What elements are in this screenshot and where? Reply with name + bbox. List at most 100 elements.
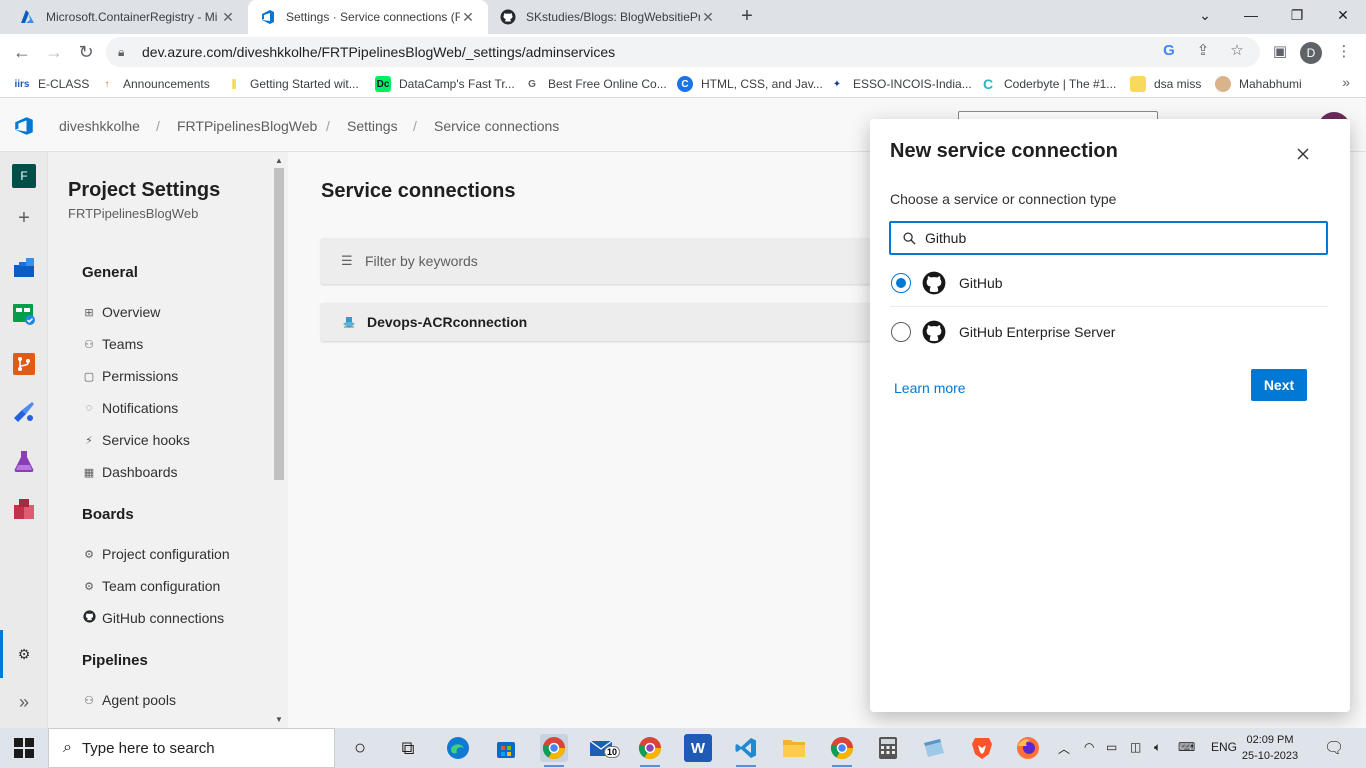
brave-icon[interactable] xyxy=(968,734,996,762)
bookmark-item[interactable]: C Coderbyte | The #1... xyxy=(980,75,1116,93)
add-icon[interactable]: + xyxy=(10,204,38,232)
sidebar-scrollbar[interactable]: ▲ ▼ xyxy=(272,156,286,726)
pipelines-nav-icon[interactable] xyxy=(10,398,38,426)
tab-search-icon[interactable]: ⌄ xyxy=(1182,0,1228,30)
restore-icon[interactable]: ❐ xyxy=(1274,0,1320,30)
sidebar-item-service-hooks[interactable]: ⚡︎ Service hooks xyxy=(82,430,190,450)
search-input[interactable] xyxy=(925,230,1305,246)
clock[interactable]: 02:09 PM 25-10-2023 xyxy=(1238,732,1302,764)
chrome-icon[interactable] xyxy=(540,734,568,767)
expand-nav-icon[interactable]: » xyxy=(10,688,38,716)
close-icon[interactable] xyxy=(1292,143,1314,165)
sidebar-item-agent-pools[interactable]: ⚇ Agent pools xyxy=(82,690,176,710)
sidebar-item-overview[interactable]: ⊞ Overview xyxy=(82,302,160,322)
reload-icon[interactable]: ↻ xyxy=(74,40,98,64)
bookmark-item[interactable]: iirs E-CLASS xyxy=(14,75,89,93)
language-indicator[interactable]: ENG xyxy=(1211,740,1237,754)
learn-more-link[interactable]: Learn more xyxy=(894,380,966,396)
cortana-icon[interactable]: ○ xyxy=(346,734,374,762)
word-icon[interactable]: W xyxy=(684,734,712,762)
breadcrumb-org[interactable]: diveshkkolhe xyxy=(59,118,140,134)
chrome-profile-icon[interactable] xyxy=(636,734,664,767)
new-tab-button[interactable]: + xyxy=(736,6,758,28)
meet-now-icon[interactable]: ◫ xyxy=(1130,740,1141,754)
bookmark-item[interactable]: Mahabhumi xyxy=(1215,75,1302,93)
profile-avatar[interactable]: D xyxy=(1300,42,1322,64)
project-icon[interactable]: F xyxy=(10,162,38,190)
connection-type-search[interactable] xyxy=(889,221,1328,255)
volume-icon[interactable]: 🔈︎ xyxy=(1154,740,1161,755)
browser-tab-settings[interactable]: Settings · Service connections (F ✕ xyxy=(248,0,488,34)
microsoft-store-icon[interactable] xyxy=(492,734,520,762)
chrome-icon-2[interactable] xyxy=(828,734,856,767)
more-bookmarks-icon[interactable]: » xyxy=(1342,74,1350,90)
azure-devops-logo-icon[interactable] xyxy=(14,116,34,136)
scrollbar-thumb[interactable] xyxy=(274,168,284,480)
option-github-enterprise-server[interactable]: GitHub Enterprise Server xyxy=(890,313,1328,351)
option-github[interactable]: GitHub xyxy=(890,264,1328,302)
radio-selected[interactable] xyxy=(891,273,911,293)
address-bar[interactable]: 🔒︎ dev.azure.com/diveshkkolhe/FRTPipelin… xyxy=(106,37,1260,67)
overview-nav-icon[interactable] xyxy=(10,253,38,281)
close-icon[interactable]: ✕ xyxy=(220,9,236,26)
repos-nav-icon[interactable] xyxy=(10,350,38,378)
firefox-icon[interactable] xyxy=(1014,734,1042,762)
close-icon[interactable]: ✕ xyxy=(700,9,716,26)
bookmark-item[interactable]: ✦ ESSO-INCOIS-India... xyxy=(829,75,972,93)
forward-icon[interactable]: → xyxy=(42,40,66,64)
vscode-icon[interactable] xyxy=(732,734,760,767)
taskbar-search[interactable]: ⌕ Type here to search xyxy=(48,728,335,768)
menu-kebab-icon[interactable]: ⋮ xyxy=(1332,40,1356,64)
scroll-up-icon[interactable]: ▲ xyxy=(275,156,283,165)
bookmark-item[interactable]: C HTML, CSS, and Jav... xyxy=(677,75,823,93)
share-icon[interactable]: ⇪ xyxy=(1194,41,1212,59)
bookmark-item[interactable]: G Best Free Online Co... xyxy=(524,75,667,93)
artifacts-nav-icon[interactable] xyxy=(10,495,38,523)
sidebar-item-team-configuration[interactable]: ⚙ Team configuration xyxy=(82,576,220,596)
radio-unselected[interactable] xyxy=(891,322,911,342)
file-explorer-icon[interactable] xyxy=(780,734,808,762)
battery-icon[interactable]: ▭ xyxy=(1106,740,1117,754)
calculator-icon[interactable] xyxy=(874,734,902,762)
bookmark-item[interactable]: dsa miss xyxy=(1130,75,1201,93)
keyboard-icon[interactable]: ⌨ xyxy=(1178,740,1195,754)
sidebar-item-teams[interactable]: ⚇ Teams xyxy=(82,334,143,354)
bookmark-item[interactable]: ↑ Announcements xyxy=(99,75,210,93)
side-panel-icon[interactable]: ▣ xyxy=(1268,40,1292,64)
settings-gear-icon[interactable]: ⚙ xyxy=(10,640,38,668)
notifications-icon[interactable]: 🗨︎ xyxy=(1324,738,1344,758)
edge-icon[interactable] xyxy=(444,734,472,762)
browser-tab-container-registry[interactable]: Microsoft.ContainerRegistry - Mi ✕ xyxy=(8,0,248,34)
breadcrumb-service-connections[interactable]: Service connections xyxy=(434,118,559,134)
bookmark-item[interactable]: ∥ Getting Started wit... xyxy=(226,75,359,93)
breadcrumb-project[interactable]: FRTPipelinesBlogWeb xyxy=(177,118,317,134)
close-icon[interactable]: ✕ xyxy=(460,9,476,26)
network-icon[interactable]: ◠ xyxy=(1084,740,1094,754)
sidebar-item-permissions[interactable]: ▢ Permissions xyxy=(82,366,178,386)
test-plans-nav-icon[interactable] xyxy=(10,447,38,475)
bookmark-item[interactable]: Dc DataCamp's Fast Tr... xyxy=(375,75,515,93)
window-close-icon[interactable]: ✕ xyxy=(1320,0,1366,30)
sidebar-item-project-configuration[interactable]: ⚙ Project configuration xyxy=(82,544,230,564)
app-window-icon[interactable] xyxy=(920,734,948,762)
boards-nav-icon[interactable] xyxy=(10,300,38,328)
sidebar-item-label: GitHub connections xyxy=(102,610,225,626)
service-connection-row[interactable]: Devops-ACRconnection xyxy=(321,303,881,341)
sidebar-item-dashboards[interactable]: ▦ Dashboards xyxy=(82,462,178,482)
windows-start-icon[interactable] xyxy=(14,738,34,758)
back-icon[interactable]: ← xyxy=(10,40,34,64)
bookmark-star-icon[interactable]: ☆ xyxy=(1228,41,1246,59)
show-hidden-icons[interactable]: ︿ xyxy=(1058,740,1070,757)
breadcrumb-settings[interactable]: Settings xyxy=(347,118,398,134)
minimize-icon[interactable]: — xyxy=(1228,0,1274,30)
filter-bar[interactable]: ☰ Filter by keywords xyxy=(321,238,881,284)
mail-icon[interactable]: 10 xyxy=(588,734,621,762)
sidebar-item-github-connections[interactable]: GitHub connections xyxy=(82,608,224,628)
google-icon[interactable]: G xyxy=(1160,42,1178,59)
scroll-down-icon[interactable]: ▼ xyxy=(275,715,283,724)
next-button[interactable]: Next xyxy=(1251,369,1307,401)
lock-icon[interactable]: 🔒︎ xyxy=(118,45,132,60)
browser-tab-github[interactable]: SKstudies/Blogs: BlogWebsitiePr ✕ xyxy=(488,0,728,34)
task-view-icon[interactable]: ⧉ xyxy=(394,734,422,762)
sidebar-item-notifications[interactable]: ◌ Notifications xyxy=(82,398,179,418)
